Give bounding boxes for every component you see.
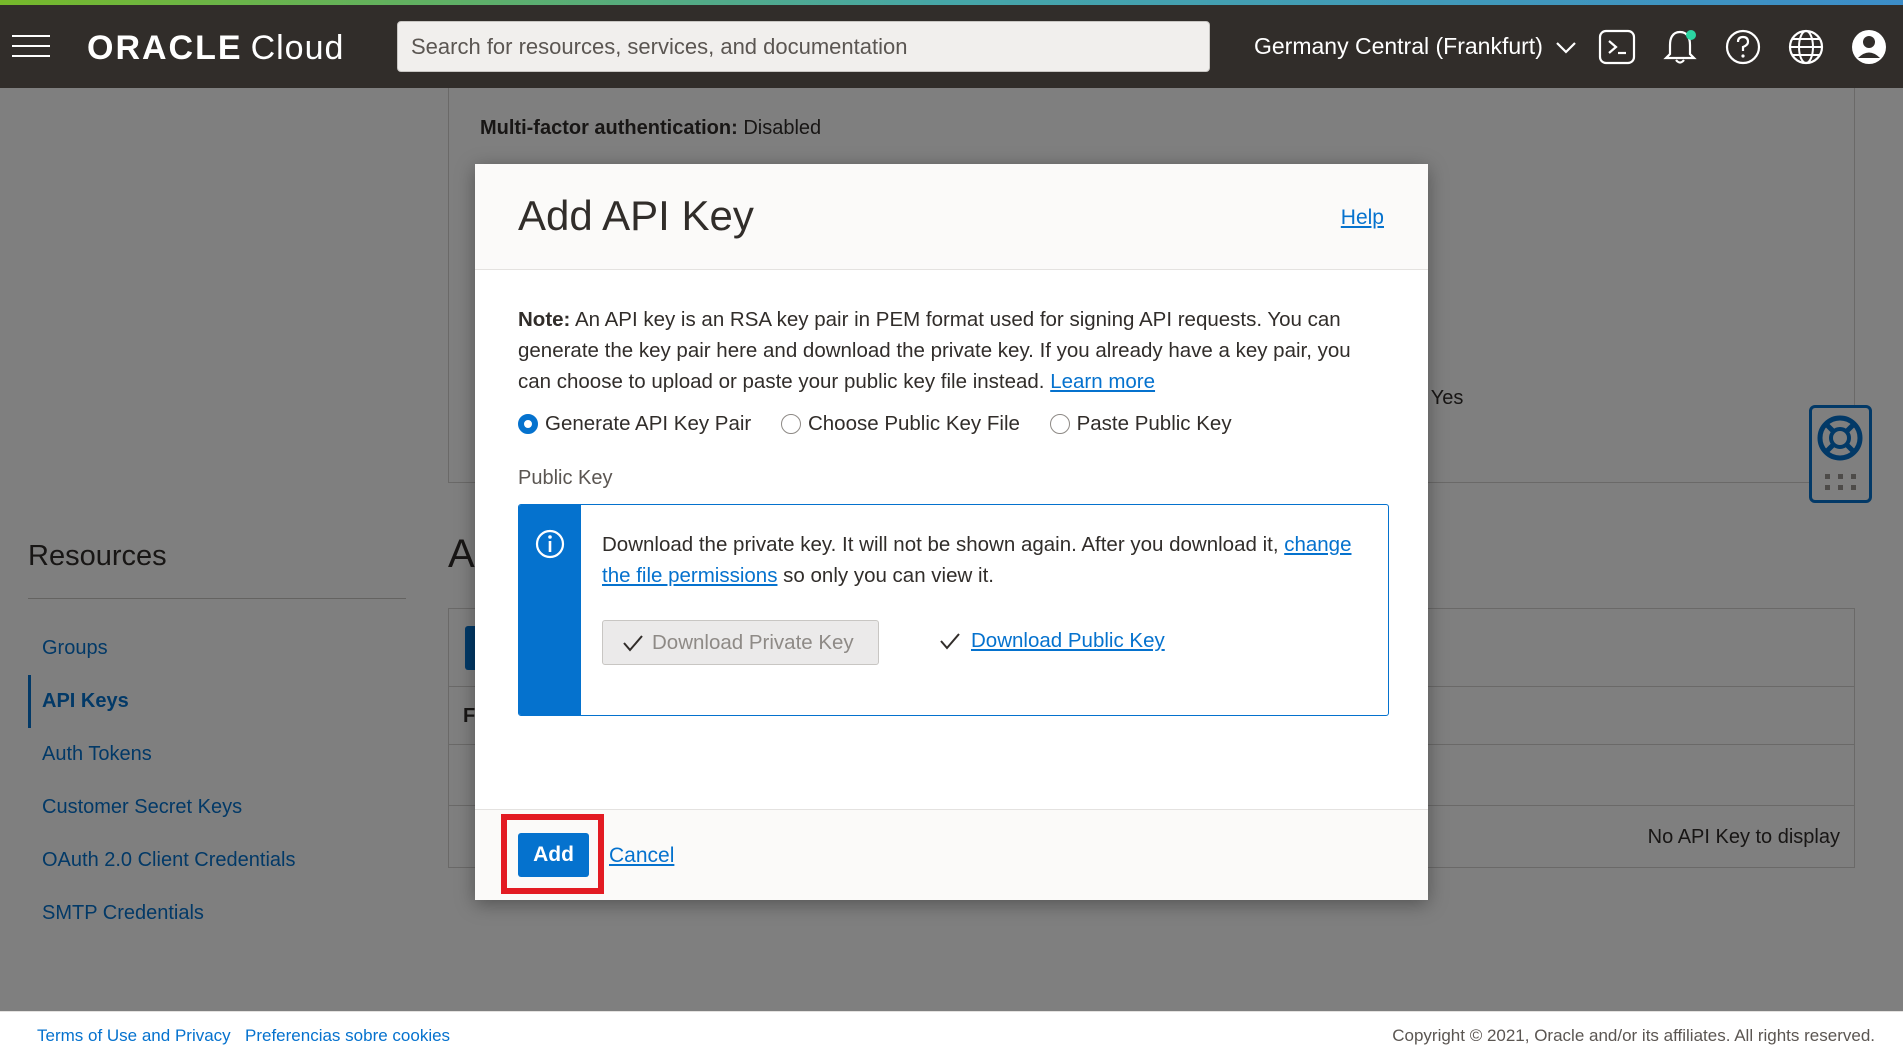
top-nav: ORACLECloud Germany Central (Frankfurt) <box>0 5 1903 88</box>
help-icon[interactable] <box>1723 27 1763 67</box>
page-footer: Terms of Use and Privacy Preferencias so… <box>0 1011 1903 1056</box>
radio-unselected-icon[interactable] <box>1049 414 1070 434</box>
add-api-key-dialog: Add API Key Help Note: An API key is an … <box>475 164 1428 900</box>
brand-sub: Cloud <box>250 29 345 67</box>
search-input[interactable] <box>397 21 1210 72</box>
public-key-label: Public Key <box>518 467 613 489</box>
cookie-preferences-link[interactable]: Preferencias sobre cookies <box>245 1026 450 1046</box>
option-generate-key-pair[interactable]: Generate API Key Pair <box>518 412 751 436</box>
add-button[interactable]: Add <box>518 833 589 877</box>
warning-text-start: Download the private key. It will not be… <box>602 533 1285 556</box>
checkmark-icon <box>623 634 643 652</box>
region-selector[interactable]: Germany Central (Frankfurt) <box>1254 33 1577 60</box>
bell-icon[interactable] <box>1660 27 1700 67</box>
menu-icon[interactable] <box>12 35 50 57</box>
dialog-title: Add API Key <box>518 192 754 239</box>
private-key-info-box: Download the private key. It will not be… <box>518 504 1389 716</box>
terms-link[interactable]: Terms of Use and Privacy <box>37 1026 231 1046</box>
info-bar <box>519 505 581 715</box>
download-private-key-button[interactable]: Download Private Key <box>602 620 879 665</box>
oracle-cloud-logo[interactable]: ORACLE Cloud <box>87 29 344 68</box>
cancel-link[interactable]: Cancel <box>609 844 674 868</box>
option-label: Paste Public Key <box>1076 412 1232 435</box>
region-label: Germany Central (Frankfurt) <box>1254 33 1543 59</box>
user-profile-icon[interactable] <box>1849 27 1889 67</box>
learn-more-link[interactable]: Learn more <box>1050 370 1155 393</box>
download-warning: Download the private key. It will not be… <box>602 529 1372 591</box>
dialog-header: Add API Key Help <box>475 164 1428 270</box>
cloud-shell-icon[interactable] <box>1597 27 1637 67</box>
checkmark-icon <box>940 633 960 650</box>
dialog-footer: Add Cancel <box>475 809 1428 900</box>
option-paste-public-key[interactable]: Paste Public Key <box>1049 412 1232 436</box>
info-icon <box>535 529 565 559</box>
brand-main: ORACLE <box>87 29 243 67</box>
note-label: Note: <box>518 308 571 331</box>
copyright: Copyright © 2021, Oracle and/or its affi… <box>1392 1026 1875 1045</box>
option-label: Choose Public Key File <box>807 412 1020 435</box>
note-text: An API key is an RSA key pair in PEM for… <box>518 308 1351 393</box>
api-key-note: Note: An API key is an RSA key pair in P… <box>518 304 1388 397</box>
key-option-group: Generate API Key Pair Choose Public Key … <box>518 412 1256 442</box>
download-public-label: Download Public Key <box>971 629 1165 652</box>
help-link[interactable]: Help <box>1341 206 1384 230</box>
radio-selected-icon[interactable] <box>518 414 538 434</box>
option-choose-public-key-file[interactable]: Choose Public Key File <box>780 412 1020 436</box>
download-private-label: Download Private Key <box>652 630 854 654</box>
chevron-down-icon <box>1556 42 1577 54</box>
download-public-key-link[interactable]: Download Public Key <box>939 629 1165 653</box>
globe-icon[interactable] <box>1786 27 1826 67</box>
radio-unselected-icon[interactable] <box>780 414 801 434</box>
warning-text-end: so only you can view it. <box>777 564 994 587</box>
option-label: Generate API Key Pair <box>545 412 752 435</box>
